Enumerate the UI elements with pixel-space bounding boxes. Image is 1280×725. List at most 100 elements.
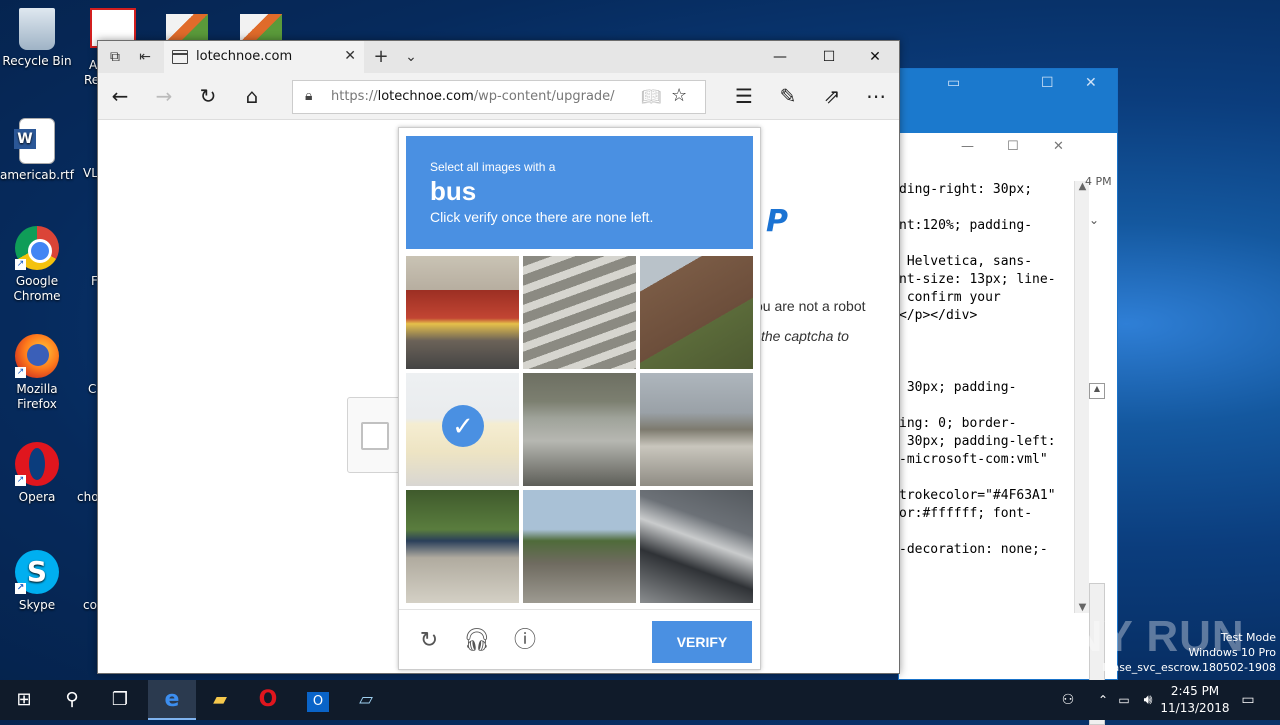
refresh-icon[interactable]: ↻ bbox=[194, 83, 222, 109]
recycle-bin-icon bbox=[19, 8, 55, 50]
set-aside-tabs-icon[interactable]: ⇤ bbox=[130, 41, 160, 73]
close-icon[interactable]: ✕ bbox=[1053, 139, 1064, 154]
scroll-up-icon[interactable]: ▲ bbox=[1089, 383, 1105, 399]
code-editor-titlebar[interactable]: — ☐ ✕ bbox=[899, 133, 1089, 181]
close-icon[interactable]: ✕ bbox=[852, 41, 898, 73]
background-window-titlebar[interactable]: ▭ ☐ ✕ bbox=[899, 69, 1117, 133]
back-icon[interactable]: ← bbox=[106, 83, 134, 109]
background-window-side-panel: ⌄ ▲ bbox=[1089, 133, 1117, 725]
code-scrollbar[interactable]: ▲ ▼ bbox=[1074, 181, 1090, 613]
url-prefix: https:// bbox=[331, 89, 378, 104]
reload-icon[interactable]: ↻ bbox=[415, 626, 443, 654]
desktop-icon-opera[interactable]: ↗ Opera bbox=[0, 442, 74, 505]
captcha-tile[interactable] bbox=[406, 256, 519, 369]
code-line: or:#ffffff; font- bbox=[899, 506, 1033, 521]
forward-icon[interactable]: → bbox=[150, 83, 178, 109]
tray-chevron-up-icon[interactable]: ⌃ bbox=[1094, 680, 1112, 720]
close-icon[interactable]: ✕ bbox=[1085, 75, 1097, 91]
taskbar-clock[interactable]: 2:45 PM 11/13/2018 bbox=[1160, 683, 1230, 717]
desktop-partial-label: A bbox=[89, 58, 98, 72]
code-line: -microsoft-com:vml" bbox=[899, 452, 1048, 467]
tab-close-icon[interactable]: ✕ bbox=[344, 48, 356, 64]
headphones-audio-icon[interactable]: 🎧︎ bbox=[463, 626, 491, 654]
captcha-tile[interactable] bbox=[640, 256, 753, 369]
edge-taskbar-icon[interactable]: e bbox=[148, 680, 196, 720]
home-icon[interactable]: ⌂ bbox=[238, 83, 266, 109]
more-menu-icon[interactable]: ⋯ bbox=[862, 83, 890, 109]
minimize-icon[interactable]: — bbox=[961, 139, 974, 154]
info-icon[interactable]: ⓘ bbox=[511, 626, 539, 654]
maximize-icon[interactable]: ☐ bbox=[1007, 139, 1019, 154]
code-text-area[interactable]: ding-right: 30px; nt:120%; padding- Helv… bbox=[899, 181, 1074, 613]
volume-icon[interactable]: 🔊︎ bbox=[1138, 680, 1158, 720]
task-view-icon[interactable]: ❐ bbox=[96, 680, 144, 720]
captcha-tile[interactable] bbox=[523, 490, 636, 603]
photo-icon[interactable] bbox=[166, 14, 208, 42]
opera-taskbar-icon[interactable]: O bbox=[244, 680, 292, 720]
taskbar: ⊞ ⚲ ❐ e ▰ O O ▱ ⚇ ⌃ ▭ 🔊︎ 2:45 PM 11/13/2… bbox=[0, 680, 1280, 720]
network-icon[interactable]: ▭ bbox=[1114, 680, 1134, 720]
code-line: nt:120%; padding- bbox=[899, 218, 1033, 233]
minimize-icon[interactable]: — bbox=[757, 41, 803, 73]
recaptcha-checkbox[interactable] bbox=[361, 422, 389, 450]
people-icon[interactable]: ⚇ bbox=[1056, 680, 1080, 720]
favorites-hub-icon[interactable]: ☰ bbox=[730, 83, 758, 109]
tab-list-chevron-icon[interactable]: ⌄ bbox=[396, 41, 426, 73]
word-document-icon: W bbox=[14, 118, 55, 164]
file-explorer-icon[interactable]: ▰ bbox=[196, 680, 244, 720]
maximize-icon[interactable]: ☐ bbox=[1041, 75, 1054, 91]
test-mode-text: Test Mode Windows 10 Pro lease_svc_escro… bbox=[1103, 630, 1276, 675]
maximize-icon[interactable]: ☐ bbox=[806, 41, 852, 73]
desktop-icon-skype[interactable]: S ↗ Skype bbox=[0, 550, 74, 613]
desktop-icon-label: americab.rtf bbox=[0, 168, 74, 182]
desktop-icon-label: Recycle Bin bbox=[2, 54, 72, 68]
tab-bar[interactable]: ⧉ ⇤ lotechnoe.com ✕ + ⌄ — ☐ ✕ bbox=[98, 41, 899, 73]
desktop-icon-chrome[interactable]: ↗ Google Chrome bbox=[0, 226, 74, 304]
test-mode-line: Windows 10 Pro bbox=[1188, 646, 1276, 659]
new-tab-icon[interactable]: + bbox=[366, 41, 396, 73]
tab-preview-icon[interactable]: ⧉ bbox=[100, 41, 130, 73]
desktop-icon-label: Skype bbox=[18, 598, 56, 612]
opera-icon: ↗ bbox=[15, 442, 59, 486]
desktop-partial-label: VL bbox=[83, 166, 98, 180]
desktop-icon-recycle-bin[interactable]: Recycle Bin bbox=[0, 8, 74, 69]
verify-button[interactable]: VERIFY bbox=[652, 621, 752, 663]
captcha-tile[interactable] bbox=[523, 256, 636, 369]
captcha-tile[interactable] bbox=[523, 373, 636, 486]
captcha-tile[interactable] bbox=[640, 373, 753, 486]
search-icon[interactable]: ⚲ bbox=[48, 680, 96, 720]
captcha-instruction: Select all images with a bbox=[430, 160, 556, 174]
background-window[interactable]: ▭ ☐ ✕ — ☐ ✕ ding-right: 30px; nt:120%; p… bbox=[898, 68, 1118, 725]
captcha-tile[interactable] bbox=[406, 490, 519, 603]
web-note-icon[interactable]: ✎ bbox=[774, 83, 802, 109]
favorite-star-icon[interactable]: ☆ bbox=[671, 85, 687, 106]
captcha-tile[interactable] bbox=[640, 490, 753, 603]
captcha-hint-text: the captcha to bbox=[761, 328, 849, 344]
code-line: trokecolor="#4F63A1" bbox=[899, 488, 1056, 503]
share-icon[interactable]: ⇗ bbox=[818, 83, 846, 109]
captcha-instruction-secondary: Click verify once there are none left. bbox=[430, 209, 654, 225]
outlook-taskbar-icon[interactable]: O bbox=[294, 680, 342, 720]
notifications-icon[interactable]: ▭ bbox=[1236, 680, 1260, 720]
code-editor-window[interactable]: — ☐ ✕ ding-right: 30px; nt:120%; padding… bbox=[899, 133, 1090, 679]
notepad-taskbar-icon[interactable]: ▱ bbox=[342, 680, 390, 720]
reading-view-icon[interactable]: 📖︎ bbox=[641, 87, 661, 106]
address-bar[interactable]: 🔒︎ https://lotechnoe.com/wp-content/upgr… bbox=[292, 80, 706, 114]
desktop-icon-americab[interactable]: W americab.rtf bbox=[0, 118, 74, 183]
tab-active[interactable]: lotechnoe.com ✕ bbox=[164, 41, 364, 73]
chevron-down-icon[interactable]: ⌄ bbox=[1089, 213, 1099, 227]
recaptcha-checkbox-widget[interactable] bbox=[347, 397, 401, 473]
clock-date: 11/13/2018 bbox=[1160, 701, 1230, 715]
restore-icon[interactable]: ▭ bbox=[947, 75, 960, 91]
shortcut-arrow-icon: ↗ bbox=[15, 583, 26, 594]
code-line: 30px; padding-left: bbox=[899, 434, 1056, 449]
photo-icon[interactable] bbox=[240, 14, 282, 42]
desktop-icon-firefox[interactable]: ↗ Mozilla Firefox bbox=[0, 334, 74, 412]
start-windows-icon[interactable]: ⊞ bbox=[0, 680, 48, 720]
lock-icon: 🔒︎ bbox=[305, 88, 313, 104]
captcha-footer: ↻ 🎧︎ ⓘ VERIFY bbox=[399, 609, 760, 670]
code-line: ing: 0; border- bbox=[899, 416, 1017, 431]
